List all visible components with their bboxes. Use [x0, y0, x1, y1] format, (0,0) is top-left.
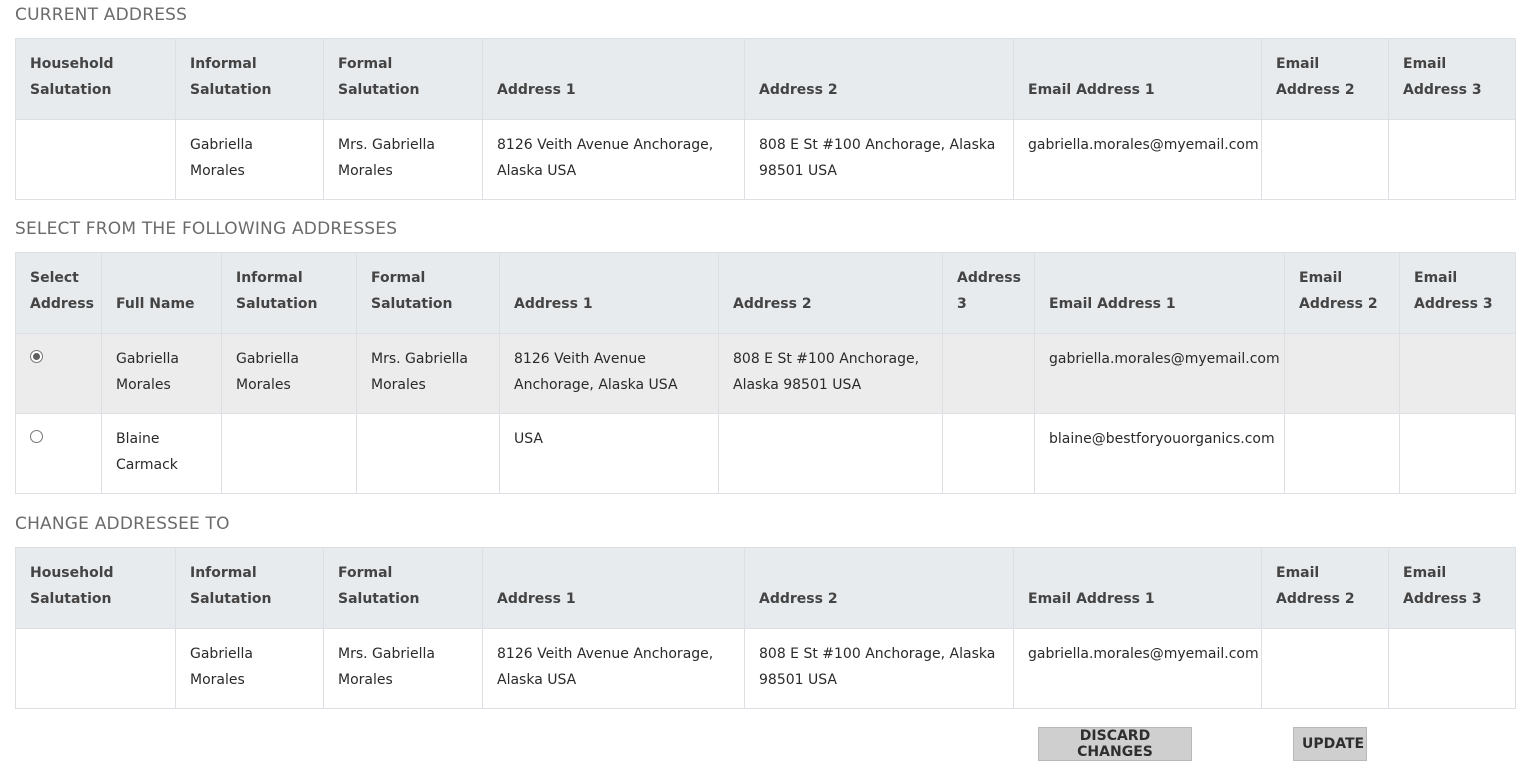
col-address-1: Address 1	[499, 252, 719, 334]
col-email-address-1: Email Address 1	[1013, 38, 1262, 120]
cell-address-1: 8126 Veith Avenue Anchorage, Alaska USA	[482, 628, 745, 709]
table-row[interactable]: Gabriella Morales Gabriella Morales Mrs.…	[15, 333, 1516, 414]
col-email-address-2: Email Address 2	[1261, 547, 1389, 629]
cell-informal-salutation: Gabriella Morales	[221, 333, 357, 414]
cell-email-address-3	[1399, 413, 1516, 494]
change-addressee-title: CHANGE ADDRESSEE TO	[15, 514, 230, 534]
select-cell	[15, 333, 102, 414]
col-email-address-3: Email Address 3	[1388, 38, 1516, 120]
col-email-address-3: Email Address 3	[1399, 252, 1516, 334]
select-addresses-title: SELECT FROM THE FOLLOWING ADDRESSES	[15, 219, 398, 239]
cell-email-address-1: gabriella.morales@myemail.com	[1013, 119, 1262, 200]
cell-formal-salutation	[356, 413, 500, 494]
col-formal-salutation: Formal Salutation	[323, 547, 483, 629]
address-radio-button[interactable]	[30, 430, 43, 443]
col-address-2: Address 2	[744, 38, 1014, 120]
cell-address-2: 808 E St #100 Anchorage, Alaska 98501 US…	[744, 628, 1014, 709]
discard-changes-button[interactable]: DISCARD CHANGES	[1038, 727, 1192, 761]
cell-address-2	[718, 413, 943, 494]
select-cell	[15, 413, 102, 494]
cell-household-salutation	[15, 119, 176, 200]
table-header-row: Select Address Full Name Informal Saluta…	[15, 252, 1516, 334]
table-header-row: Household Salutation Informal Salutation…	[15, 547, 1516, 629]
cell-full-name: Blaine Carmack	[101, 413, 222, 494]
col-formal-salutation: Formal Salutation	[356, 252, 500, 334]
cell-email-address-2	[1284, 413, 1400, 494]
cell-email-address-3	[1388, 628, 1516, 709]
cell-address-2: 808 E St #100 Anchorage, Alaska 98501 US…	[744, 119, 1014, 200]
update-button[interactable]: UPDATE	[1293, 727, 1367, 761]
table-row[interactable]: Blaine Carmack USA blaine@bestforyouorga…	[15, 413, 1516, 494]
table-row: Gabriella Morales Mrs. Gabriella Morales…	[15, 119, 1516, 200]
col-select-address: Select Address	[15, 252, 102, 334]
cell-address-1: USA	[499, 413, 719, 494]
cell-informal-salutation: Gabriella Morales	[175, 628, 324, 709]
select-addresses-table: Select Address Full Name Informal Saluta…	[15, 252, 1516, 494]
cell-email-address-2	[1261, 119, 1389, 200]
cell-address-3	[942, 413, 1035, 494]
col-email-address-2: Email Address 2	[1261, 38, 1389, 120]
col-informal-salutation: Informal Salutation	[175, 547, 324, 629]
change-addressee-table: Household Salutation Informal Salutation…	[15, 547, 1516, 709]
col-address-2: Address 2	[718, 252, 943, 334]
cell-address-3	[942, 333, 1035, 414]
col-email-address-3: Email Address 3	[1388, 547, 1516, 629]
cell-formal-salutation: Mrs. Gabriella Morales	[323, 628, 483, 709]
cell-email-address-2	[1284, 333, 1400, 414]
cell-formal-salutation: Mrs. Gabriella Morales	[356, 333, 500, 414]
col-full-name: Full Name	[101, 252, 222, 334]
cell-informal-salutation: Gabriella Morales	[175, 119, 324, 200]
address-radio-button[interactable]	[30, 350, 43, 363]
col-informal-salutation: Informal Salutation	[221, 252, 357, 334]
col-informal-salutation: Informal Salutation	[175, 38, 324, 120]
col-email-address-1: Email Address 1	[1013, 547, 1262, 629]
col-address-1: Address 1	[482, 38, 745, 120]
col-address-1: Address 1	[482, 547, 745, 629]
col-email-address-2: Email Address 2	[1284, 252, 1400, 334]
table-row: Gabriella Morales Mrs. Gabriella Morales…	[15, 628, 1516, 709]
cell-email-address-3	[1388, 119, 1516, 200]
cell-address-1: 8126 Veith Avenue Anchorage, Alaska USA	[482, 119, 745, 200]
cell-email-address-3	[1399, 333, 1516, 414]
cell-address-1: 8126 Veith Avenue Anchorage, Alaska USA	[499, 333, 719, 414]
cell-formal-salutation: Mrs. Gabriella Morales	[323, 119, 483, 200]
col-email-address-1: Email Address 1	[1034, 252, 1285, 334]
col-household-salutation: Household Salutation	[15, 38, 176, 120]
cell-informal-salutation	[221, 413, 357, 494]
current-address-title: CURRENT ADDRESS	[15, 5, 188, 25]
col-address-2: Address 2	[744, 547, 1014, 629]
cell-email-address-1: blaine@bestforyouorganics.com	[1034, 413, 1285, 494]
cell-household-salutation	[15, 628, 176, 709]
cell-email-address-2	[1261, 628, 1389, 709]
cell-email-address-1: gabriella.morales@myemail.com	[1013, 628, 1262, 709]
cell-email-address-1: gabriella.morales@myemail.com	[1034, 333, 1285, 414]
col-formal-salutation: Formal Salutation	[323, 38, 483, 120]
table-header-row: Household Salutation Informal Salutation…	[15, 38, 1516, 120]
cell-address-2: 808 E St #100 Anchorage, Alaska 98501 US…	[718, 333, 943, 414]
cell-full-name: Gabriella Morales	[101, 333, 222, 414]
col-address-3: Address 3	[942, 252, 1035, 334]
current-address-table: Household Salutation Informal Salutation…	[15, 38, 1516, 200]
col-household-salutation: Household Salutation	[15, 547, 176, 629]
